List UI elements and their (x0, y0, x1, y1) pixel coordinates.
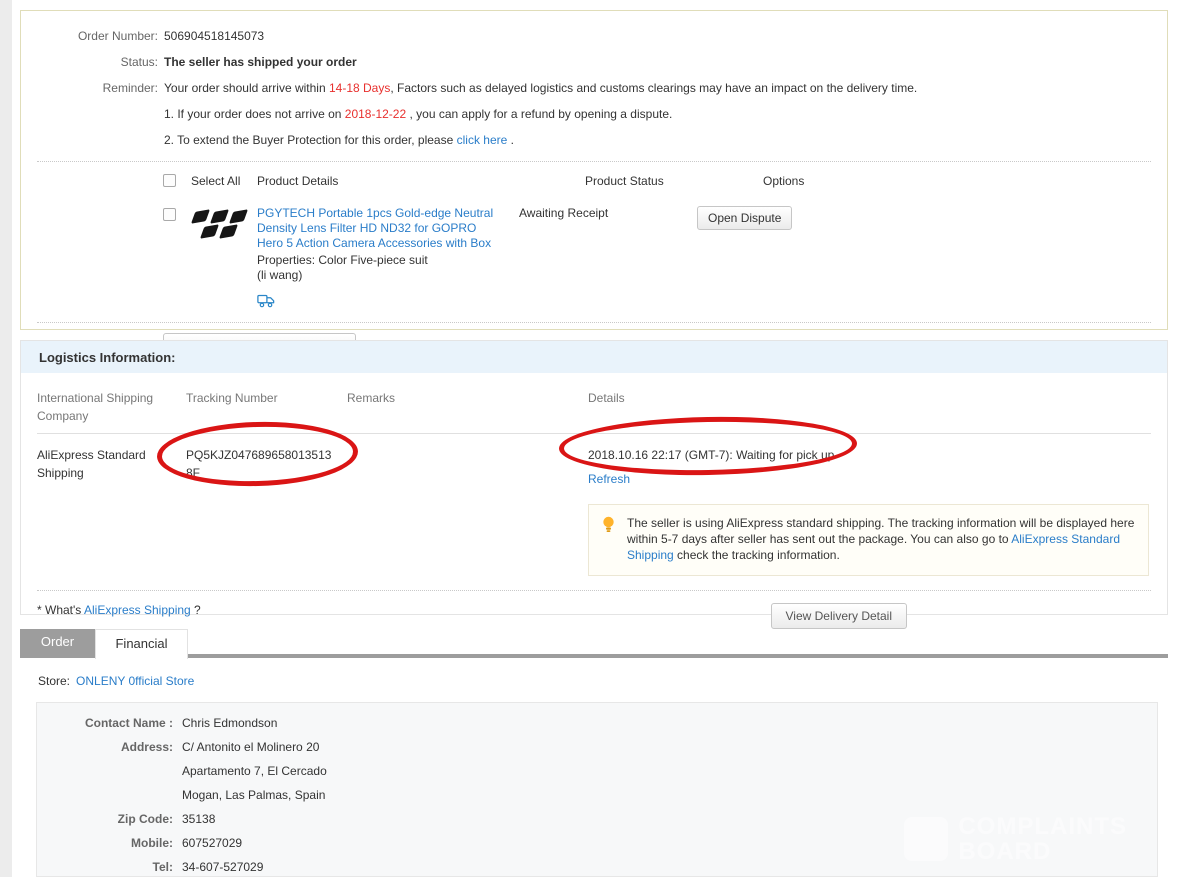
product-checkbox[interactable] (163, 208, 176, 221)
order-status-row: Status: The seller has shipped your orde… (21, 55, 1167, 69)
order-status-label: Status: (21, 55, 158, 69)
tel-value: 34-607-527029 (182, 855, 263, 877)
reminder-text-pre: Your order should arrive within (164, 81, 329, 95)
zip-label: Zip Code: (37, 807, 173, 831)
zip-value: 35138 (182, 807, 215, 831)
watermark-icon (904, 817, 948, 861)
product-status-header: Product Status (563, 174, 763, 188)
reminder-text: Your order should arrive within 14-18 Da… (164, 81, 917, 95)
contact-name-label: Contact Name : (37, 711, 173, 735)
product-row: PGYTECH Portable 1pcs Gold-edge Neutral … (21, 198, 1167, 312)
details-cell: 2018.10.16 22:17 (GMT-7): Waiting for pi… (588, 446, 1151, 576)
store-label: Store: (38, 674, 70, 688)
address-line3: Mogan, Las Palmas, Spain (182, 783, 325, 807)
extend-protection-link[interactable]: click here (457, 133, 508, 147)
tab-divider-bar (20, 654, 1168, 658)
address-row3: Mogan, Las Palmas, Spain (37, 783, 1157, 807)
product-table-header: Select All Product Details Product Statu… (21, 162, 1167, 198)
shipping-tip-box: The seller is using AliExpress standard … (588, 504, 1149, 576)
remarks-header: Remarks (347, 389, 588, 425)
watermark-line1: COMPLAINTS (958, 814, 1127, 839)
lens-filter-image (191, 206, 251, 238)
address-label: Address: (37, 735, 173, 759)
reminder-line2: 2. To extend the Buyer Protection for th… (164, 133, 514, 147)
complaintsboard-watermark: COMPLAINTS BOARD (904, 814, 1127, 864)
reminder-line1-row: 1. If your order does not arrive on 2018… (21, 107, 1167, 121)
logistics-table: International Shipping Company Tracking … (21, 373, 1167, 576)
whats-text-post: ? (191, 603, 201, 617)
address-line1: C/ Antonito el Molinero 20 (182, 735, 319, 759)
logistics-panel: Logistics Information: International Shi… (20, 340, 1168, 615)
order-number-value: 506904518145073 (164, 29, 264, 43)
watermark-line2: BOARD (958, 839, 1127, 864)
lightbulb-icon (601, 515, 627, 563)
arrival-deadline-date: 2018-12-22 (345, 107, 406, 121)
product-thumbnail[interactable] (191, 206, 257, 312)
store-row: Store: ONLENY 0fficial Store (38, 674, 194, 688)
tip-text-post: check the tracking information. (674, 548, 840, 562)
reminder-line2-pre: 2. To extend the Buyer Protection for th… (164, 133, 457, 147)
view-delivery-detail-button[interactable]: View Delivery Detail (771, 603, 907, 629)
product-status-value: Awaiting Receipt (497, 206, 697, 312)
options-header: Options (763, 174, 1167, 188)
reminder-text-post: , Factors such as delayed logistics and … (390, 81, 917, 95)
product-details-cell: PGYTECH Portable 1pcs Gold-edge Neutral … (257, 206, 497, 312)
reminder-line1-pre: 1. If your order does not arrive on (164, 107, 345, 121)
store-link[interactable]: ONLENY 0fficial Store (76, 674, 194, 688)
logistics-table-header: International Shipping Company Tracking … (37, 373, 1151, 434)
logistics-footer-row: * What's AliExpress Shipping ? View Deli… (37, 591, 1151, 629)
logistics-title: Logistics Information: (21, 341, 1167, 373)
tracking-number-value: PQ5KJZ0476896580135138F (186, 446, 338, 482)
contact-info-panel: Contact Name : Chris Edmondson Address: … (36, 702, 1158, 877)
logistics-table-row: AliExpress Standard Shipping PQ5KJZ04768… (37, 434, 1151, 576)
contact-name-row: Contact Name : Chris Edmondson (37, 711, 1157, 735)
product-details-header: Product Details (257, 174, 563, 188)
contact-name-value: Chris Edmondson (182, 711, 277, 735)
select-all-checkbox[interactable] (163, 174, 176, 187)
shipping-tip-text: The seller is using AliExpress standard … (627, 515, 1136, 563)
order-number-label: Order Number: (21, 29, 158, 43)
mobile-label: Mobile: (37, 831, 173, 855)
divider (37, 322, 1151, 323)
reminder-label: Reminder: (21, 81, 158, 95)
tracking-status-line: 2018.10.16 22:17 (GMT-7): Waiting for pi… (588, 446, 1151, 464)
select-all-label: Select All (191, 174, 257, 188)
reminder-row: Reminder: Your order should arrive withi… (21, 81, 1167, 95)
address-line2: Apartamento 7, El Cercado (182, 759, 327, 783)
whats-shipping-text: * What's AliExpress Shipping ? (37, 603, 201, 617)
order-status-value: The seller has shipped your order (164, 55, 357, 69)
shipping-company-header: International Shipping Company (37, 389, 186, 425)
address-row2: Apartamento 7, El Cercado (37, 759, 1157, 783)
remarks-value (347, 446, 588, 576)
shipping-truck-icon[interactable] (257, 297, 275, 311)
page-left-gutter (0, 0, 12, 877)
details-header: Details (588, 389, 1151, 425)
reminder-line1-post: , you can apply for a refund by opening … (406, 107, 672, 121)
buyer-name: (li wang) (257, 268, 497, 283)
tab-financial[interactable]: Financial (95, 629, 188, 659)
order-number-row: Order Number: 506904518145073 (21, 29, 1167, 43)
aliexpress-shipping-link[interactable]: AliExpress Shipping (84, 603, 191, 617)
order-detail-page: Order Number: 506904518145073 Status: Th… (0, 0, 1184, 877)
reminder-line2-post: . (507, 133, 514, 147)
open-dispute-button[interactable]: Open Dispute (697, 206, 792, 230)
product-properties: Properties: Color Five-piece suit (257, 253, 497, 268)
reminder-line1: 1. If your order does not arrive on 2018… (164, 107, 672, 121)
whats-text-pre: * What's (37, 603, 84, 617)
mobile-value: 607527029 (182, 831, 242, 855)
order-financial-tabs: Order Financial (20, 629, 1168, 659)
tab-order[interactable]: Order (20, 629, 95, 654)
tracking-number-header: Tracking Number (186, 389, 347, 425)
shipping-company-value: AliExpress Standard Shipping (37, 446, 186, 576)
refresh-link[interactable]: Refresh (588, 472, 630, 486)
address-row: Address: C/ Antonito el Molinero 20 (37, 735, 1157, 759)
tel-label: Tel: (37, 855, 173, 877)
reminder-line2-row: 2. To extend the Buyer Protection for th… (21, 133, 1167, 147)
reminder-days: 14-18 Days (329, 81, 390, 95)
order-summary-panel: Order Number: 506904518145073 Status: Th… (20, 10, 1168, 330)
product-title-link[interactable]: PGYTECH Portable 1pcs Gold-edge Neutral … (257, 206, 493, 250)
